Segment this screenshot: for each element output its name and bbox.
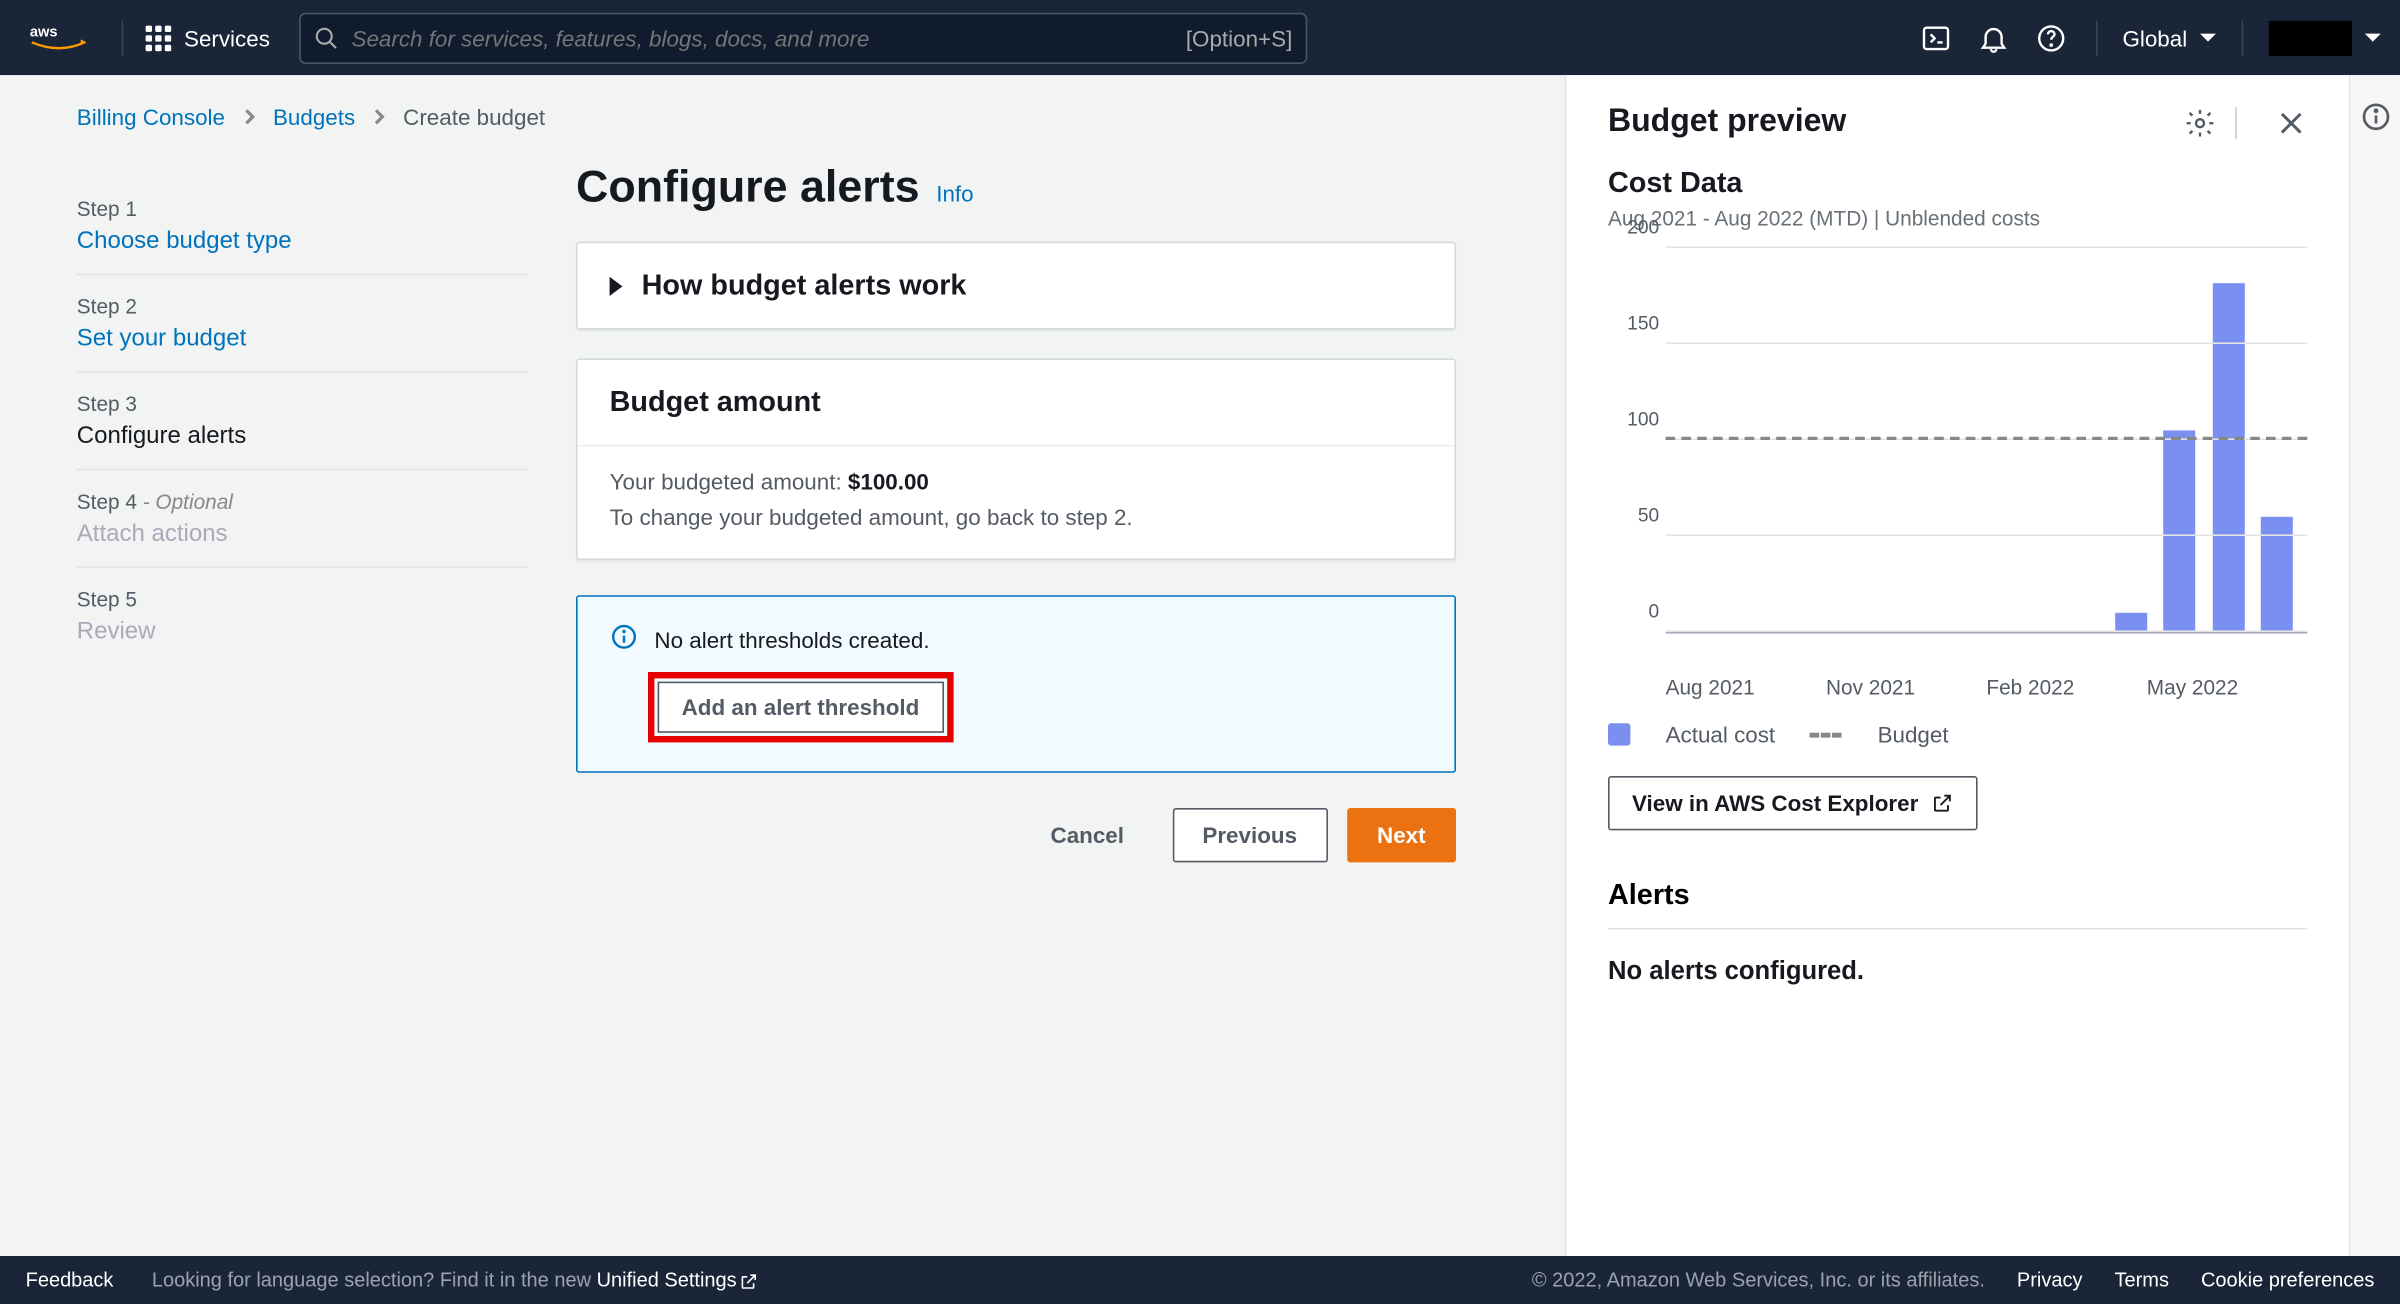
breadcrumb-current: Create budget [403,104,545,130]
steps-sidebar: Step 1 Choose budget type Step 2 Set you… [0,142,576,894]
how-alerts-work-card: How budget alerts work [576,242,1456,330]
x-axis-labels: Aug 2021Nov 2021Feb 2022May 2022 [1666,675,2308,699]
footer: Feedback Looking for language selection?… [0,1256,2400,1304]
step-label: Step 4 - Optional [77,490,528,514]
step-label: Step 1 [77,197,528,221]
cost-data-caption: Aug 2021 - Aug 2022 (MTD) | Unblended co… [1608,206,2307,230]
external-link-icon [1931,792,1953,814]
nav-divider [2095,20,2097,55]
step-title: Review [77,618,528,645]
legend-dash-budget [1810,732,1842,737]
info-link[interactable]: Info [936,181,973,207]
chevron-right-icon [241,104,257,130]
region-selector[interactable]: Global [2122,25,2216,51]
info-rail [2349,75,2400,1256]
info-icon [610,622,639,656]
breadcrumb-budgets[interactable]: Budgets [273,104,355,130]
triangle-right-icon [610,276,623,295]
notifications-icon[interactable] [1974,18,2012,56]
search-hint: [Option+S] [1186,25,1292,51]
caret-down-icon [2365,34,2381,42]
cost-data-heading: Cost Data [1608,166,2307,200]
budget-hint: To change your budgeted amount, go back … [610,504,1423,530]
alerts-section: Alerts No alerts configured. [1608,878,2307,987]
wizard-buttons: Cancel Previous Next [576,808,1456,862]
feedback-link[interactable]: Feedback [26,1269,114,1291]
account-menu[interactable] [2269,20,2352,55]
step-label: Step 2 [77,294,528,318]
legend-actual: Actual cost [1666,722,1776,748]
budget-amount-line: Your budgeted amount: $100.00 [610,469,1423,495]
svg-text:aws: aws [30,24,58,40]
unified-settings-link[interactable]: Unified Settings [597,1269,760,1291]
step-title: Attach actions [77,520,528,547]
services-label: Services [184,25,270,51]
info-icon[interactable] [2359,101,2391,133]
copyright: © 2022, Amazon Web Services, Inc. or its… [1532,1269,1985,1291]
terms-link[interactable]: Terms [2115,1269,2169,1291]
expander-title: How budget alerts work [642,269,967,303]
previous-button[interactable]: Previous [1172,808,1327,862]
top-nav: aws Services [Option+S] Global [0,0,2400,75]
search-input[interactable] [339,25,1186,51]
nav-divider [2242,20,2244,55]
add-alert-threshold-button[interactable]: Add an alert threshold [658,682,944,733]
view-cost-explorer-button[interactable]: View in AWS Cost Explorer [1608,776,1978,830]
aws-logo[interactable]: aws [29,20,90,55]
cost-chart: 050100150200 [1608,250,2307,666]
main-content: Configure alerts Info How budget alerts … [576,142,1520,894]
close-icon[interactable] [2275,106,2307,138]
search-box[interactable]: [Option+S] [299,12,1307,63]
chart-legend: Actual cost Budget [1608,722,2307,748]
no-thresholds-msg: No alert thresholds created. [654,626,929,652]
help-icon[interactable] [2031,18,2069,56]
step-3: Step 3 Configure alerts [77,373,528,471]
cancel-button[interactable]: Cancel [1022,810,1153,861]
cookie-prefs-link[interactable]: Cookie preferences [2201,1269,2374,1291]
page-title: Configure alerts [576,162,920,213]
step-title[interactable]: Choose budget type [77,227,528,254]
card-heading: Budget amount [578,360,1455,445]
step-2[interactable]: Step 2 Set your budget [77,275,528,373]
step-title: Configure alerts [77,422,528,449]
privacy-link[interactable]: Privacy [2017,1269,2083,1291]
footer-lang-hint: Looking for language selection? Find it … [152,1269,759,1291]
breadcrumb: Billing Console Budgets Create budget [0,75,1565,142]
cloudshell-icon[interactable] [1916,18,1954,56]
legend-swatch-actual [1608,723,1630,745]
next-button[interactable]: Next [1347,808,1456,862]
alert-thresholds-panel: No alert thresholds created. Add an aler… [576,595,1456,773]
grid-icon [146,25,172,51]
step-label: Step 3 [77,392,528,416]
no-alerts-msg: No alerts configured. [1608,958,2307,987]
region-label: Global [2122,25,2187,51]
services-menu[interactable]: Services [139,25,276,51]
legend-budget: Budget [1878,722,1949,748]
step-label: Step 5 [77,587,528,611]
step-title[interactable]: Set your budget [77,325,528,352]
expander-toggle[interactable]: How budget alerts work [578,243,1455,328]
chevron-right-icon [371,104,387,130]
budget-amount-card: Budget amount Your budgeted amount: $100… [576,358,1456,560]
step-1[interactable]: Step 1 Choose budget type [77,178,528,276]
nav-divider [122,20,124,55]
step-5: Step 5 Review [77,568,528,664]
alerts-heading: Alerts [1608,878,2307,929]
budget-preview-panel: II Budget preview Cost Data Aug 2021 - A… [1565,75,2349,1256]
caret-down-icon [2200,34,2216,42]
preview-title: Budget preview [1608,104,2165,141]
breadcrumb-billing[interactable]: Billing Console [77,104,225,130]
gear-icon[interactable] [2184,106,2216,138]
search-icon [313,25,339,51]
step-4: Step 4 - Optional Attach actions [77,470,528,568]
